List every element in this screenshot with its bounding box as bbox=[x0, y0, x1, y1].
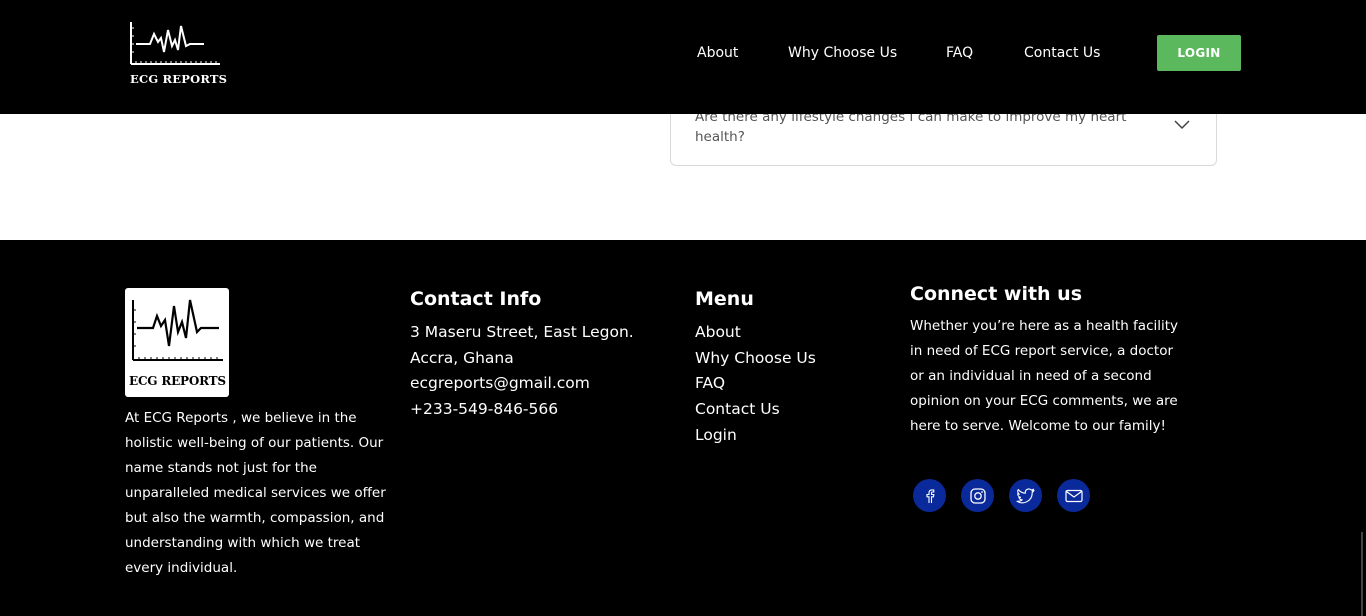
contact-info-title: Contact Info bbox=[410, 288, 542, 310]
mail-button[interactable] bbox=[1057, 479, 1090, 512]
ecg-logo-icon bbox=[130, 22, 220, 65]
contact-email[interactable]: ecgreports@gmail.com bbox=[410, 371, 634, 397]
footer-menu: About Why Choose Us FAQ Contact Us Login bbox=[695, 320, 816, 449]
footer-link-contact-us[interactable]: Contact Us bbox=[695, 397, 816, 423]
twitter-button[interactable] bbox=[1009, 479, 1042, 512]
instagram-button[interactable] bbox=[961, 479, 994, 512]
contact-address: 3 Maseru Street, East Legon. bbox=[410, 323, 634, 341]
nav-about[interactable]: About bbox=[697, 45, 738, 61]
connect-title: Connect with us bbox=[910, 283, 1083, 305]
site-header: ECG REPORTS About Why Choose Us FAQ Cont… bbox=[0, 0, 1366, 114]
ecg-logo-icon bbox=[132, 299, 223, 361]
login-button[interactable]: LOGIN bbox=[1157, 35, 1241, 71]
site-logo[interactable]: ECG REPORTS bbox=[128, 20, 228, 90]
footer-link-faq[interactable]: FAQ bbox=[695, 371, 816, 397]
footer-logo[interactable]: ECG REPORTS bbox=[125, 288, 229, 397]
facebook-icon bbox=[925, 488, 934, 503]
menu-title: Menu bbox=[695, 288, 754, 310]
twitter-icon bbox=[1015, 487, 1035, 503]
contact-city: Accra, Ghana bbox=[410, 348, 514, 367]
facebook-button[interactable] bbox=[913, 479, 946, 512]
footer-about-text: At ECG Reports , we believe in the holis… bbox=[125, 410, 386, 576]
scrollbar[interactable] bbox=[1361, 532, 1363, 616]
instagram-icon bbox=[969, 487, 986, 504]
chevron-down-icon[interactable] bbox=[1173, 119, 1191, 131]
nav-faq[interactable]: FAQ bbox=[946, 45, 973, 61]
contact-info: 3 Maseru Street, East Legon. Accra, Ghan… bbox=[410, 320, 634, 423]
nav-contact-us[interactable]: Contact Us bbox=[1024, 45, 1100, 61]
connect-text: Whether you’re here as a health facility… bbox=[910, 318, 1179, 434]
site-footer: ECG REPORTS At ECG Reports , we believe … bbox=[0, 240, 1366, 616]
logo-text: ECG REPORTS bbox=[130, 72, 228, 86]
footer-link-login[interactable]: Login bbox=[695, 423, 816, 449]
footer-link-why-choose-us[interactable]: Why Choose Us bbox=[695, 346, 816, 372]
mail-icon bbox=[1064, 489, 1083, 502]
nav-why-choose-us[interactable]: Why Choose Us bbox=[788, 45, 897, 61]
contact-phone[interactable]: +233-549-846-566 bbox=[410, 397, 634, 423]
footer-link-about[interactable]: About bbox=[695, 320, 816, 346]
footer-logo-text: ECG REPORTS bbox=[129, 374, 226, 388]
